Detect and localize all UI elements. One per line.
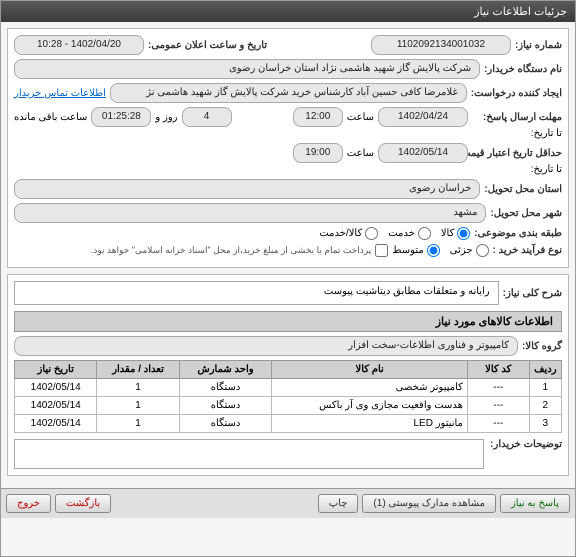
- th-code: کد کالا: [467, 361, 529, 379]
- requester-label: ایجاد کننده درخواست:: [471, 88, 562, 99]
- cell-unit: دستگاه: [179, 415, 272, 433]
- purchase-type-label: نوع فرآیند خرید :: [493, 245, 562, 256]
- buyer-notes-box: [14, 439, 484, 469]
- treasury-checkbox[interactable]: [375, 244, 388, 257]
- cell-code: ---: [467, 415, 529, 433]
- print-button[interactable]: چاپ: [318, 494, 359, 513]
- validity-label: حداقل تاریخ اعتبار قیمت:: [472, 148, 562, 159]
- purchase-type-radio-group: جزئی متوسط: [392, 244, 488, 257]
- cell-code: ---: [467, 397, 529, 415]
- province-label: استان محل تحویل:: [484, 184, 562, 195]
- cell-qty: 1: [97, 415, 179, 433]
- cell-row: 1: [529, 379, 561, 397]
- items-section-header: اطلاعات کالاهای مورد نیاز: [14, 311, 562, 332]
- cell-date: 1402/05/14: [15, 397, 97, 415]
- radio-khadamat-input[interactable]: [418, 227, 431, 240]
- radio-both[interactable]: کالا/خدمت: [319, 227, 378, 240]
- radio-medium-input[interactable]: [427, 244, 440, 257]
- announce-value: 1402/04/20 - 10:28: [14, 35, 144, 55]
- radio-khadamat[interactable]: خدمت: [388, 227, 431, 240]
- th-qty: تعداد / مقدار: [97, 361, 179, 379]
- need-number-label: شماره نیاز:: [515, 40, 562, 51]
- header-form-block: شماره نیاز: 1102092134001032 تاریخ و ساع…: [7, 28, 569, 268]
- treasury-checkbox-input[interactable]: [375, 244, 388, 257]
- footer-toolbar: پاسخ به نیاز مشاهده مدارک پیوستی (1) چاپ…: [1, 488, 575, 518]
- validity-time: 19:00: [293, 143, 343, 163]
- radio-both-input[interactable]: [365, 227, 378, 240]
- th-row: ردیف: [529, 361, 561, 379]
- cell-unit: دستگاه: [179, 397, 272, 415]
- to-date-label-1: تا تاریخ:: [472, 128, 562, 139]
- cell-date: 1402/05/14: [15, 415, 97, 433]
- cell-qty: 1: [97, 397, 179, 415]
- time-label-2: ساعت: [347, 148, 374, 159]
- back-button[interactable]: بازگشت: [55, 494, 111, 513]
- table-row[interactable]: 2---هدست واقعیت مجازی وی آر باکسدستگاه11…: [15, 397, 562, 415]
- category-radio-group: کالا خدمت کالا/خدمت: [319, 227, 470, 240]
- contact-info-link[interactable]: اطلاعات تماس خریدار: [14, 88, 106, 99]
- city-label: شهر محل تحویل:: [490, 208, 562, 219]
- items-block: شرح کلی نیاز: رایانه و متعلقات مطابق دیت…: [7, 274, 569, 476]
- radio-kala-input[interactable]: [457, 227, 470, 240]
- validity-date: 1402/05/14: [378, 143, 468, 163]
- th-unit: واحد شمارش: [179, 361, 272, 379]
- cell-row: 3: [529, 415, 561, 433]
- buyer-org-value: شرکت پالایش گاز شهید هاشمی نژاد استان خر…: [14, 59, 480, 79]
- time-label-1: ساعت: [347, 112, 374, 123]
- announce-label: تاریخ و ساعت اعلان عمومی:: [148, 40, 267, 51]
- need-number-value: 1102092134001032: [371, 35, 511, 55]
- buyer-notes-label: توضیحات خریدار:: [490, 439, 562, 450]
- th-date: تاریخ نیاز: [15, 361, 97, 379]
- radio-kala[interactable]: کالا: [441, 227, 471, 240]
- need-details-window: جزئیات اطلاعات نیاز شماره نیاز: 11020921…: [0, 0, 576, 557]
- category-label: طبقه بندی موضوعی:: [474, 228, 562, 239]
- treasury-note: پرداخت تمام یا بخشی از مبلغ خرید،از محل …: [91, 245, 371, 256]
- window-titlebar: جزئیات اطلاعات نیاز: [1, 1, 575, 22]
- summary-box: رایانه و متعلقات مطابق دیتاشیت پیوست: [14, 281, 499, 305]
- group-label: گروه کالا:: [522, 341, 562, 352]
- cell-date: 1402/05/14: [15, 379, 97, 397]
- cell-code: ---: [467, 379, 529, 397]
- day-label: روز و: [155, 112, 177, 123]
- deadline-time: 12:00: [293, 107, 343, 127]
- summary-label: شرح کلی نیاز:: [503, 288, 562, 299]
- cell-name: کامپیوتر شخصی: [272, 379, 468, 397]
- cell-name: مانیتور LED: [272, 415, 468, 433]
- table-row[interactable]: 1---کامپیوتر شخصیدستگاه11402/05/14: [15, 379, 562, 397]
- deadline-label: مهلت ارسال پاسخ:: [472, 112, 562, 123]
- items-table: ردیف کد کالا نام کالا واحد شمارش تعداد /…: [14, 360, 562, 433]
- group-value: کامپیوتر و فناوری اطلاعات-سخت افزار: [14, 336, 518, 356]
- days-left: 4: [182, 107, 232, 127]
- city-value: مشهد: [14, 203, 486, 223]
- table-header-row: ردیف کد کالا نام کالا واحد شمارش تعداد /…: [15, 361, 562, 379]
- radio-small-input[interactable]: [476, 244, 489, 257]
- attachments-button[interactable]: مشاهده مدارک پیوستی (1): [362, 494, 496, 513]
- exit-button[interactable]: خروج: [6, 494, 51, 513]
- window-title: جزئیات اطلاعات نیاز: [474, 6, 567, 18]
- content-area: شماره نیاز: 1102092134001032 تاریخ و ساع…: [1, 22, 575, 488]
- deadline-date: 1402/04/24: [378, 107, 468, 127]
- table-row[interactable]: 3---مانیتور LEDدستگاه11402/05/14: [15, 415, 562, 433]
- to-date-label-2: تا تاریخ:: [472, 164, 562, 175]
- cell-qty: 1: [97, 379, 179, 397]
- th-name: نام کالا: [272, 361, 468, 379]
- buyer-org-label: نام دستگاه خریدار:: [484, 64, 562, 75]
- province-value: خراسان رضوی: [14, 179, 480, 199]
- respond-button[interactable]: پاسخ به نیاز: [500, 494, 570, 513]
- cell-row: 2: [529, 397, 561, 415]
- radio-medium[interactable]: متوسط: [392, 244, 439, 257]
- requester-value: غلامرضا کافی حسین آباد کارشناس خرید شرکت…: [110, 83, 467, 103]
- countdown: 01:25:28: [91, 107, 151, 127]
- radio-small[interactable]: جزئی: [450, 244, 489, 257]
- cell-unit: دستگاه: [179, 379, 272, 397]
- cell-name: هدست واقعیت مجازی وی آر باکس: [272, 397, 468, 415]
- remaining-label: ساعت باقی مانده: [14, 112, 87, 123]
